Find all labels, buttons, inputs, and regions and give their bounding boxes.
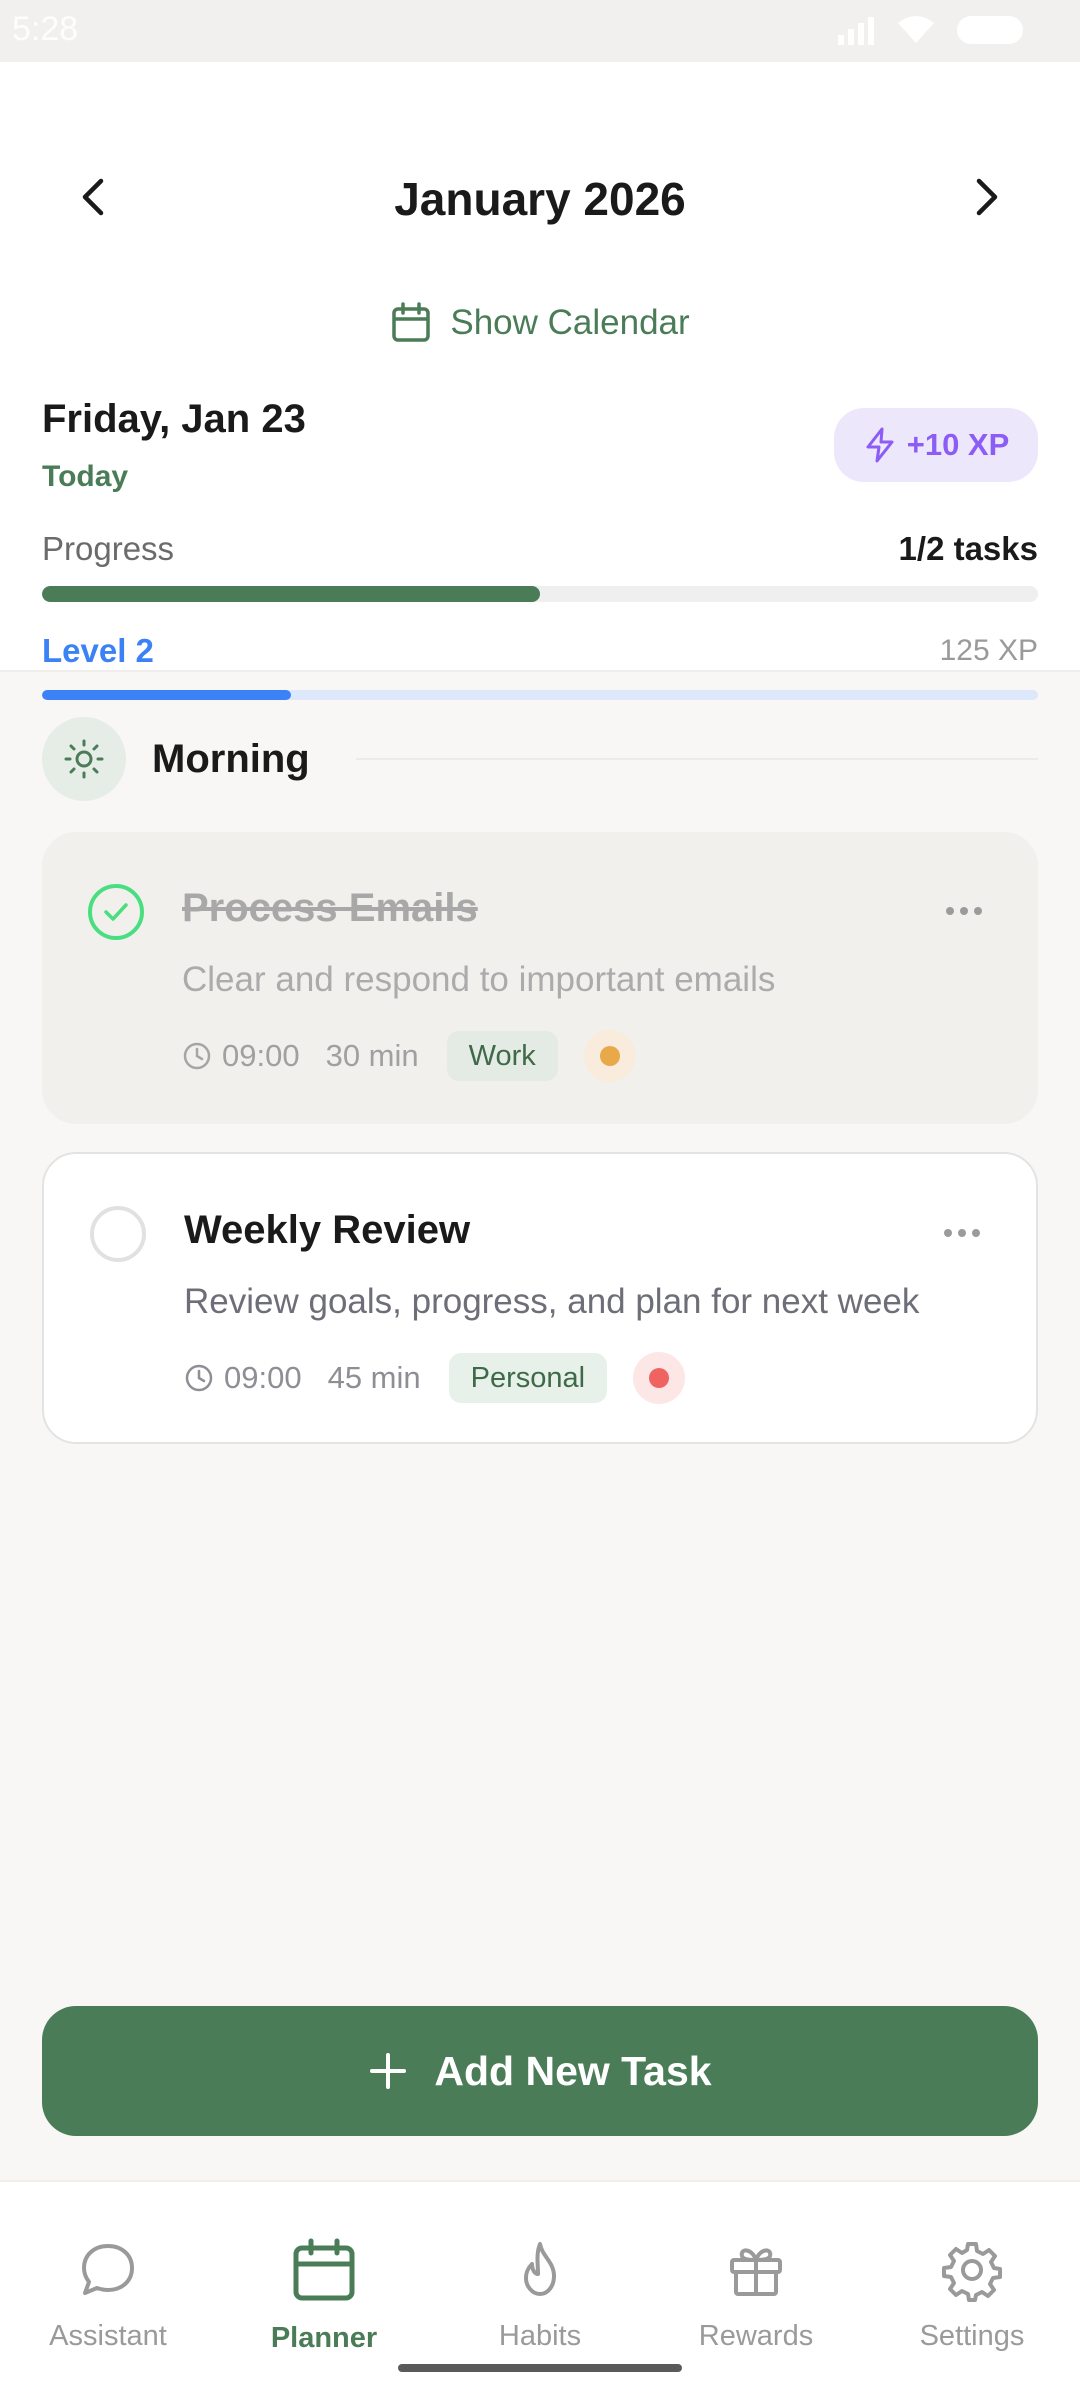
progress-count: 1/2 tasks: [898, 530, 1038, 567]
xp-badge-label: +10 XP: [906, 427, 1010, 462]
status-bar: 5:28: [0, 0, 1080, 62]
more-dot: [958, 1229, 966, 1237]
task-title: Process Emails: [182, 886, 478, 930]
chat-bubble-icon: [82, 2244, 134, 2295]
gift-icon: [730, 2248, 782, 2296]
task-tag: Work: [446, 1031, 558, 1081]
nav-item-habits[interactable]: Habits: [432, 2238, 648, 2353]
level-label: Level 2: [42, 632, 154, 669]
status-time: 5:28: [12, 10, 79, 48]
show-calendar-label: Show Calendar: [450, 303, 690, 342]
wifi-icon: [898, 16, 934, 43]
more-dot: [946, 907, 954, 915]
task-description: Clear and respond to important emails: [182, 960, 776, 999]
task-tag: Personal: [448, 1353, 608, 1403]
xp-badge: +10 XP: [834, 408, 1038, 482]
calendar-icon: [293, 2238, 355, 2301]
show-calendar-button[interactable]: Show Calendar: [0, 302, 1080, 344]
nav-item-assistant[interactable]: Assistant: [0, 2238, 216, 2353]
progress-bar-fill: [42, 586, 540, 602]
month-title: January 2026: [394, 173, 686, 225]
more-dot: [960, 907, 968, 915]
add-new-task-label: Add New Task: [434, 2047, 712, 2094]
plus-icon: [370, 2053, 407, 2089]
calendar-icon: [392, 302, 431, 342]
task-card[interactable]: Process Emails Clear and respond to impo…: [42, 832, 1038, 1124]
task-more-button[interactable]: [934, 896, 994, 926]
clock-icon: [184, 1363, 214, 1393]
add-new-task-button[interactable]: Add New Task: [42, 2006, 1038, 2136]
flame-icon: [524, 2242, 556, 2296]
status-icons: [836, 14, 1030, 46]
task-more-button[interactable]: [932, 1218, 992, 1248]
section-divider: [355, 758, 1038, 760]
nav-label: Habits: [498, 2320, 582, 2352]
priority-dot: [599, 1046, 620, 1066]
checkmark-icon: [104, 903, 128, 921]
nav-item-rewards[interactable]: Rewards: [648, 2238, 864, 2353]
nav-label: Rewards: [698, 2320, 814, 2352]
task-description: Review goals, progress, and plan for nex…: [184, 1282, 920, 1321]
level-bar: [42, 690, 1038, 700]
gear-icon: [942, 2242, 1002, 2302]
today-label: Today: [42, 460, 129, 493]
priority-indicator: [583, 1030, 636, 1082]
progress-bar: [42, 586, 1038, 602]
more-dot: [972, 1229, 980, 1237]
progress-label: Progress: [42, 530, 175, 567]
section-title: Morning: [152, 736, 310, 781]
task-meta: 09:00 45 min Personal: [184, 1350, 686, 1406]
task-card[interactable]: Weekly Review Review goals, progress, an…: [42, 1152, 1038, 1444]
nav-item-planner[interactable]: Planner: [216, 2238, 432, 2355]
task-meta: 09:00 30 min Work: [182, 1028, 636, 1084]
task-title: Weekly Review: [184, 1208, 471, 1252]
priority-dot: [649, 1368, 670, 1388]
nav-label: Assistant: [49, 2320, 167, 2352]
priority-indicator: [633, 1352, 686, 1404]
nav-label: Planner: [270, 2322, 378, 2354]
more-dot: [974, 907, 982, 915]
lightning-icon: [866, 427, 894, 463]
level-bar-fill: [42, 690, 291, 700]
battery-icon: [957, 16, 1023, 44]
next-month-button[interactable]: [956, 167, 1016, 227]
task-duration: 45 min: [327, 1360, 421, 1395]
task-time: 09:00: [222, 1038, 300, 1073]
section-icon-wrap: [42, 717, 126, 801]
sun-icon: [64, 739, 104, 779]
signal-icon: [838, 17, 874, 45]
task-checkbox[interactable]: [90, 1206, 146, 1262]
section-header-morning: Morning: [42, 716, 1038, 802]
day-title: Friday, Jan 23: [42, 397, 306, 441]
task-duration: 30 min: [325, 1038, 419, 1073]
task-checkbox-checked[interactable]: [88, 884, 144, 940]
planner-header: January 2026 Show Calendar Friday, Jan 2…: [0, 62, 1080, 700]
task-time: 09:00: [224, 1360, 302, 1395]
chevron-right-icon: [976, 178, 998, 216]
nav-label: Settings: [919, 2320, 1025, 2352]
more-dot: [944, 1229, 952, 1237]
home-indicator[interactable]: [398, 2364, 682, 2372]
clock-icon: [182, 1041, 212, 1071]
nav-item-settings[interactable]: Settings: [864, 2238, 1080, 2353]
level-xp: 125 XP: [939, 634, 1038, 667]
